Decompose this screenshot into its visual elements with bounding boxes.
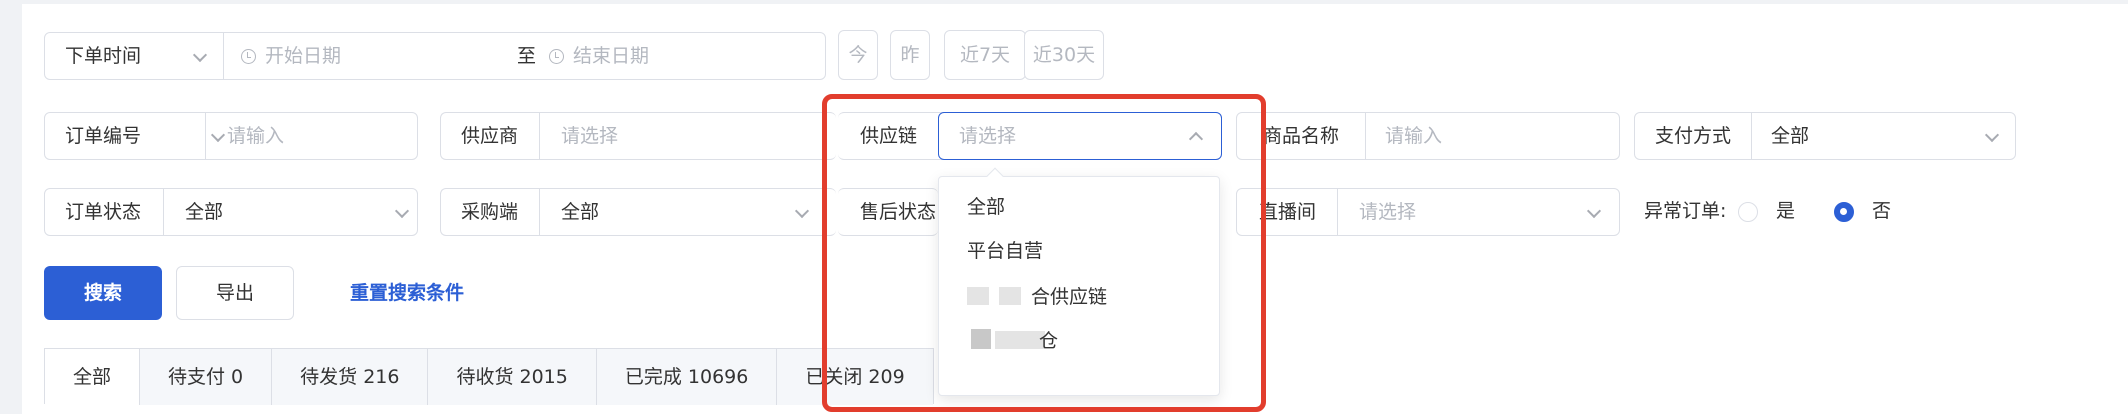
payment-method-select[interactable]: 全部	[1771, 113, 1809, 159]
purchaser-select[interactable]: 全部	[561, 189, 599, 235]
product-name-label: 商品名称	[1263, 125, 1340, 147]
quick-date-30days-button[interactable]: 近30天	[1024, 30, 1104, 80]
divider	[539, 113, 540, 159]
live-room-label: 直播间	[1259, 201, 1317, 223]
quick-date-7days-button[interactable]: 近7天	[944, 30, 1026, 80]
supplier-filter: 供应商 请选择	[440, 112, 836, 160]
chevron-down-icon[interactable]	[1984, 127, 2000, 143]
annotation-highlight-box	[822, 94, 1266, 412]
chevron-down-icon[interactable]	[394, 203, 410, 219]
order-status-filter: 订单状态 全部	[44, 188, 418, 236]
abnormal-order-label: 异常订单:	[1644, 200, 1727, 222]
chevron-down-icon[interactable]	[1586, 203, 1602, 219]
chevron-down-icon[interactable]	[794, 203, 810, 219]
supplier-select[interactable]: 请选择	[561, 113, 618, 159]
product-name-filter: 商品名称 请输入	[1236, 112, 1620, 160]
payment-method-label: 支付方式	[1655, 125, 1732, 147]
divider	[223, 33, 224, 79]
quick-date-today-button[interactable]: 今	[838, 30, 878, 80]
tab-pending-shipment[interactable]: 待发货 216	[272, 349, 429, 405]
product-name-input[interactable]: 请输入	[1385, 113, 1442, 159]
order-status-select[interactable]: 全部	[185, 189, 223, 235]
abnormal-yes-radio[interactable]	[1738, 202, 1758, 222]
order-no-type-label[interactable]: 订单编号	[65, 113, 141, 159]
abnormal-no-label[interactable]: 否	[1872, 188, 1891, 234]
search-button[interactable]: 搜索	[44, 266, 162, 320]
reset-filters-link[interactable]: 重置搜索条件	[350, 266, 464, 320]
start-date-input[interactable]: 开始日期	[265, 33, 341, 79]
date-separator: 至	[517, 45, 537, 67]
live-room-select[interactable]: 请选择	[1359, 189, 1416, 235]
order-no-filter: 订单编号 请输入	[44, 112, 418, 160]
date-range-filter: 下单时间 开始日期 至 结束日期	[44, 32, 826, 80]
divider	[539, 189, 540, 235]
tab-pending-payment[interactable]: 待支付 0	[140, 349, 273, 405]
purchaser-label: 采购端	[461, 201, 519, 223]
divider	[1337, 189, 1338, 235]
purchaser-filter: 采购端 全部	[440, 188, 836, 236]
abnormal-yes-label[interactable]: 是	[1776, 188, 1795, 234]
live-room-filter: 直播间 请选择	[1236, 188, 1620, 236]
divider	[1751, 113, 1752, 159]
tab-pending-receipt[interactable]: 待收货 2015	[428, 349, 597, 405]
quick-date-yesterday-button[interactable]: 昨	[890, 30, 930, 80]
order-status-label: 订单状态	[65, 201, 142, 223]
supplier-label: 供应商	[461, 125, 519, 147]
payment-method-filter: 支付方式 全部	[1634, 112, 2016, 160]
order-status-tabs: 全部 待支付 0 待发货 216 待收货 2015 已完成 10696 已关闭 …	[44, 348, 934, 405]
clock-icon	[241, 49, 256, 64]
export-button[interactable]: 导出	[176, 266, 294, 320]
end-date-input[interactable]: 结束日期	[573, 33, 649, 79]
chevron-down-icon[interactable]	[210, 127, 226, 143]
divider	[1365, 113, 1366, 159]
abnormal-no-radio[interactable]	[1834, 202, 1854, 222]
order-no-input[interactable]: 请输入	[227, 113, 284, 159]
chevron-down-icon[interactable]	[192, 47, 208, 63]
date-type-select-label[interactable]: 下单时间	[65, 33, 141, 79]
clock-icon	[549, 49, 564, 64]
divider	[205, 113, 206, 159]
tab-all[interactable]: 全部	[45, 349, 141, 405]
tab-completed[interactable]: 已完成 10696	[596, 349, 778, 405]
divider	[163, 189, 164, 235]
